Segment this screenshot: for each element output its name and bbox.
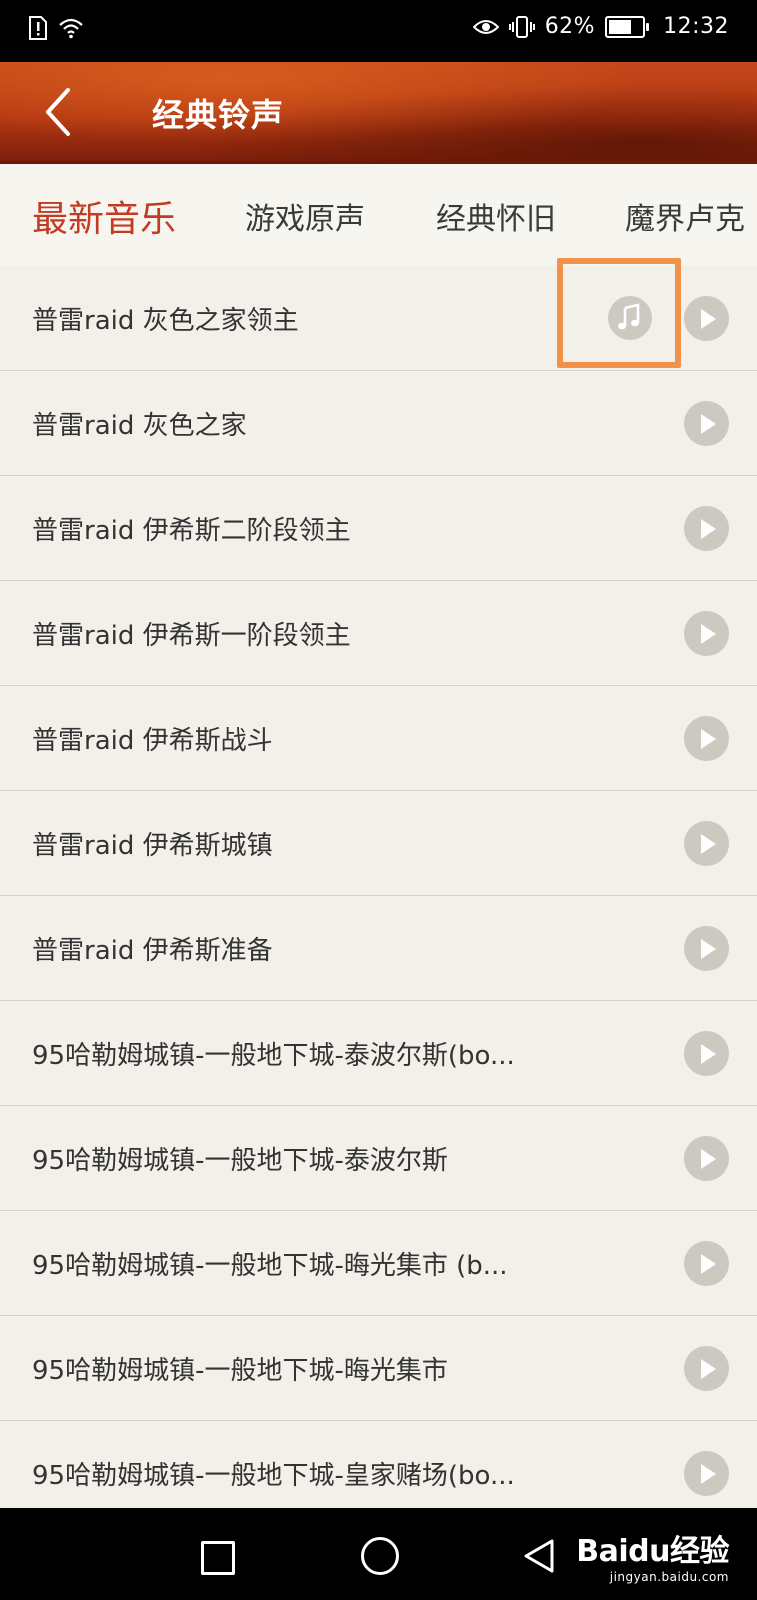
song-title: 普雷raid 伊希斯准备 bbox=[32, 936, 273, 966]
song-title: 普雷raid 灰色之家 bbox=[32, 411, 247, 441]
play-button[interactable] bbox=[684, 926, 729, 971]
category-tabs: 最新音乐 游戏原声 经典怀旧 魔界卢克 bbox=[0, 164, 757, 266]
tab-game-soundtrack[interactable]: 游戏原声 bbox=[245, 194, 365, 238]
ringtone-list: 普雷raid 灰色之家领主 普雷raid 灰色之家 普雷raid 伊希斯二阶段领… bbox=[0, 266, 757, 1508]
play-button[interactable] bbox=[684, 821, 729, 866]
watermark-url: jingyan.baidu.com bbox=[609, 1570, 729, 1584]
play-button[interactable] bbox=[684, 1346, 729, 1391]
play-button[interactable] bbox=[684, 611, 729, 656]
list-item[interactable]: 95哈勒姆城镇-一般地下城-泰波尔斯 bbox=[0, 1106, 757, 1211]
list-item[interactable]: 普雷raid 伊希斯一阶段领主 bbox=[0, 581, 757, 686]
song-title: 95哈勒姆城镇-一般地下城-皇家赌场(bo... bbox=[32, 1461, 515, 1491]
app-header: 经典铃声 bbox=[0, 62, 757, 164]
play-button[interactable] bbox=[684, 1241, 729, 1286]
song-title: 普雷raid 伊希斯城镇 bbox=[32, 831, 273, 861]
nav-back-button[interactable] bbox=[522, 1538, 556, 1578]
clock: 12:32 bbox=[663, 14, 729, 39]
list-item[interactable]: 95哈勒姆城镇-一般地下城-皇家赌场(bo... bbox=[0, 1421, 757, 1508]
play-button[interactable] bbox=[684, 1451, 729, 1496]
status-bar: 62% 12:32 bbox=[0, 0, 757, 62]
watermark-logo: Baidu经验 bbox=[576, 1534, 729, 1569]
eye-comfort-icon bbox=[472, 19, 499, 34]
sim-alert-icon bbox=[29, 16, 47, 40]
recent-apps-button[interactable] bbox=[201, 1541, 235, 1575]
song-title: 普雷raid 伊希斯二阶段领主 bbox=[32, 516, 351, 546]
song-title: 95哈勒姆城镇-一般地下城-泰波尔斯 bbox=[32, 1146, 448, 1176]
song-title: 普雷raid 灰色之家领主 bbox=[32, 306, 299, 336]
play-button[interactable] bbox=[684, 1031, 729, 1076]
play-button[interactable] bbox=[684, 1136, 729, 1181]
tab-latest-music[interactable]: 最新音乐 bbox=[32, 190, 176, 242]
page-title: 经典铃声 bbox=[152, 96, 285, 134]
list-item[interactable]: 普雷raid 伊希斯二阶段领主 bbox=[0, 476, 757, 581]
battery-percent: 62% bbox=[544, 14, 596, 39]
song-title: 95哈勒姆城镇-一般地下城-泰波尔斯(bo... bbox=[32, 1041, 515, 1071]
play-button[interactable] bbox=[684, 296, 729, 341]
song-title: 普雷raid 伊希斯战斗 bbox=[32, 726, 273, 756]
play-button[interactable] bbox=[684, 401, 729, 446]
play-button[interactable] bbox=[684, 716, 729, 761]
highlight-annotation bbox=[557, 258, 681, 368]
list-item[interactable]: 95哈勒姆城镇-一般地下城-晦光集市 (b... bbox=[0, 1211, 757, 1316]
list-item[interactable]: 95哈勒姆城镇-一般地下城-晦光集市 bbox=[0, 1316, 757, 1421]
status-right-icons: 62% 12:32 bbox=[472, 14, 729, 39]
song-title: 普雷raid 伊希斯一阶段领主 bbox=[32, 621, 351, 651]
tab-demon-luke[interactable]: 魔界卢克 bbox=[625, 194, 745, 238]
list-item[interactable]: 普雷raid 灰色之家 bbox=[0, 371, 757, 476]
song-title: 95哈勒姆城镇-一般地下城-晦光集市 (b... bbox=[32, 1251, 508, 1281]
back-button[interactable] bbox=[38, 84, 78, 140]
baidu-watermark: Baidu经验 jingyan.baidu.com bbox=[576, 1526, 729, 1584]
status-left-icons bbox=[28, 16, 84, 40]
list-item[interactable]: 普雷raid 伊希斯战斗 bbox=[0, 686, 757, 791]
home-button[interactable] bbox=[361, 1537, 399, 1575]
system-nav-bar: Baidu经验 jingyan.baidu.com bbox=[0, 1508, 757, 1600]
battery-icon bbox=[605, 15, 650, 38]
chevron-left-icon bbox=[46, 88, 70, 136]
vibrate-icon bbox=[508, 15, 535, 38]
list-item[interactable]: 普雷raid 伊希斯准备 bbox=[0, 896, 757, 1001]
song-title: 95哈勒姆城镇-一般地下城-晦光集市 bbox=[32, 1356, 448, 1386]
play-button[interactable] bbox=[684, 506, 729, 551]
wifi-icon bbox=[59, 18, 83, 39]
triangle-back-icon bbox=[524, 1539, 554, 1573]
list-item[interactable]: 普雷raid 伊希斯城镇 bbox=[0, 791, 757, 896]
list-item[interactable]: 95哈勒姆城镇-一般地下城-泰波尔斯(bo... bbox=[0, 1001, 757, 1106]
tab-classic-nostalgia[interactable]: 经典怀旧 bbox=[436, 194, 556, 238]
